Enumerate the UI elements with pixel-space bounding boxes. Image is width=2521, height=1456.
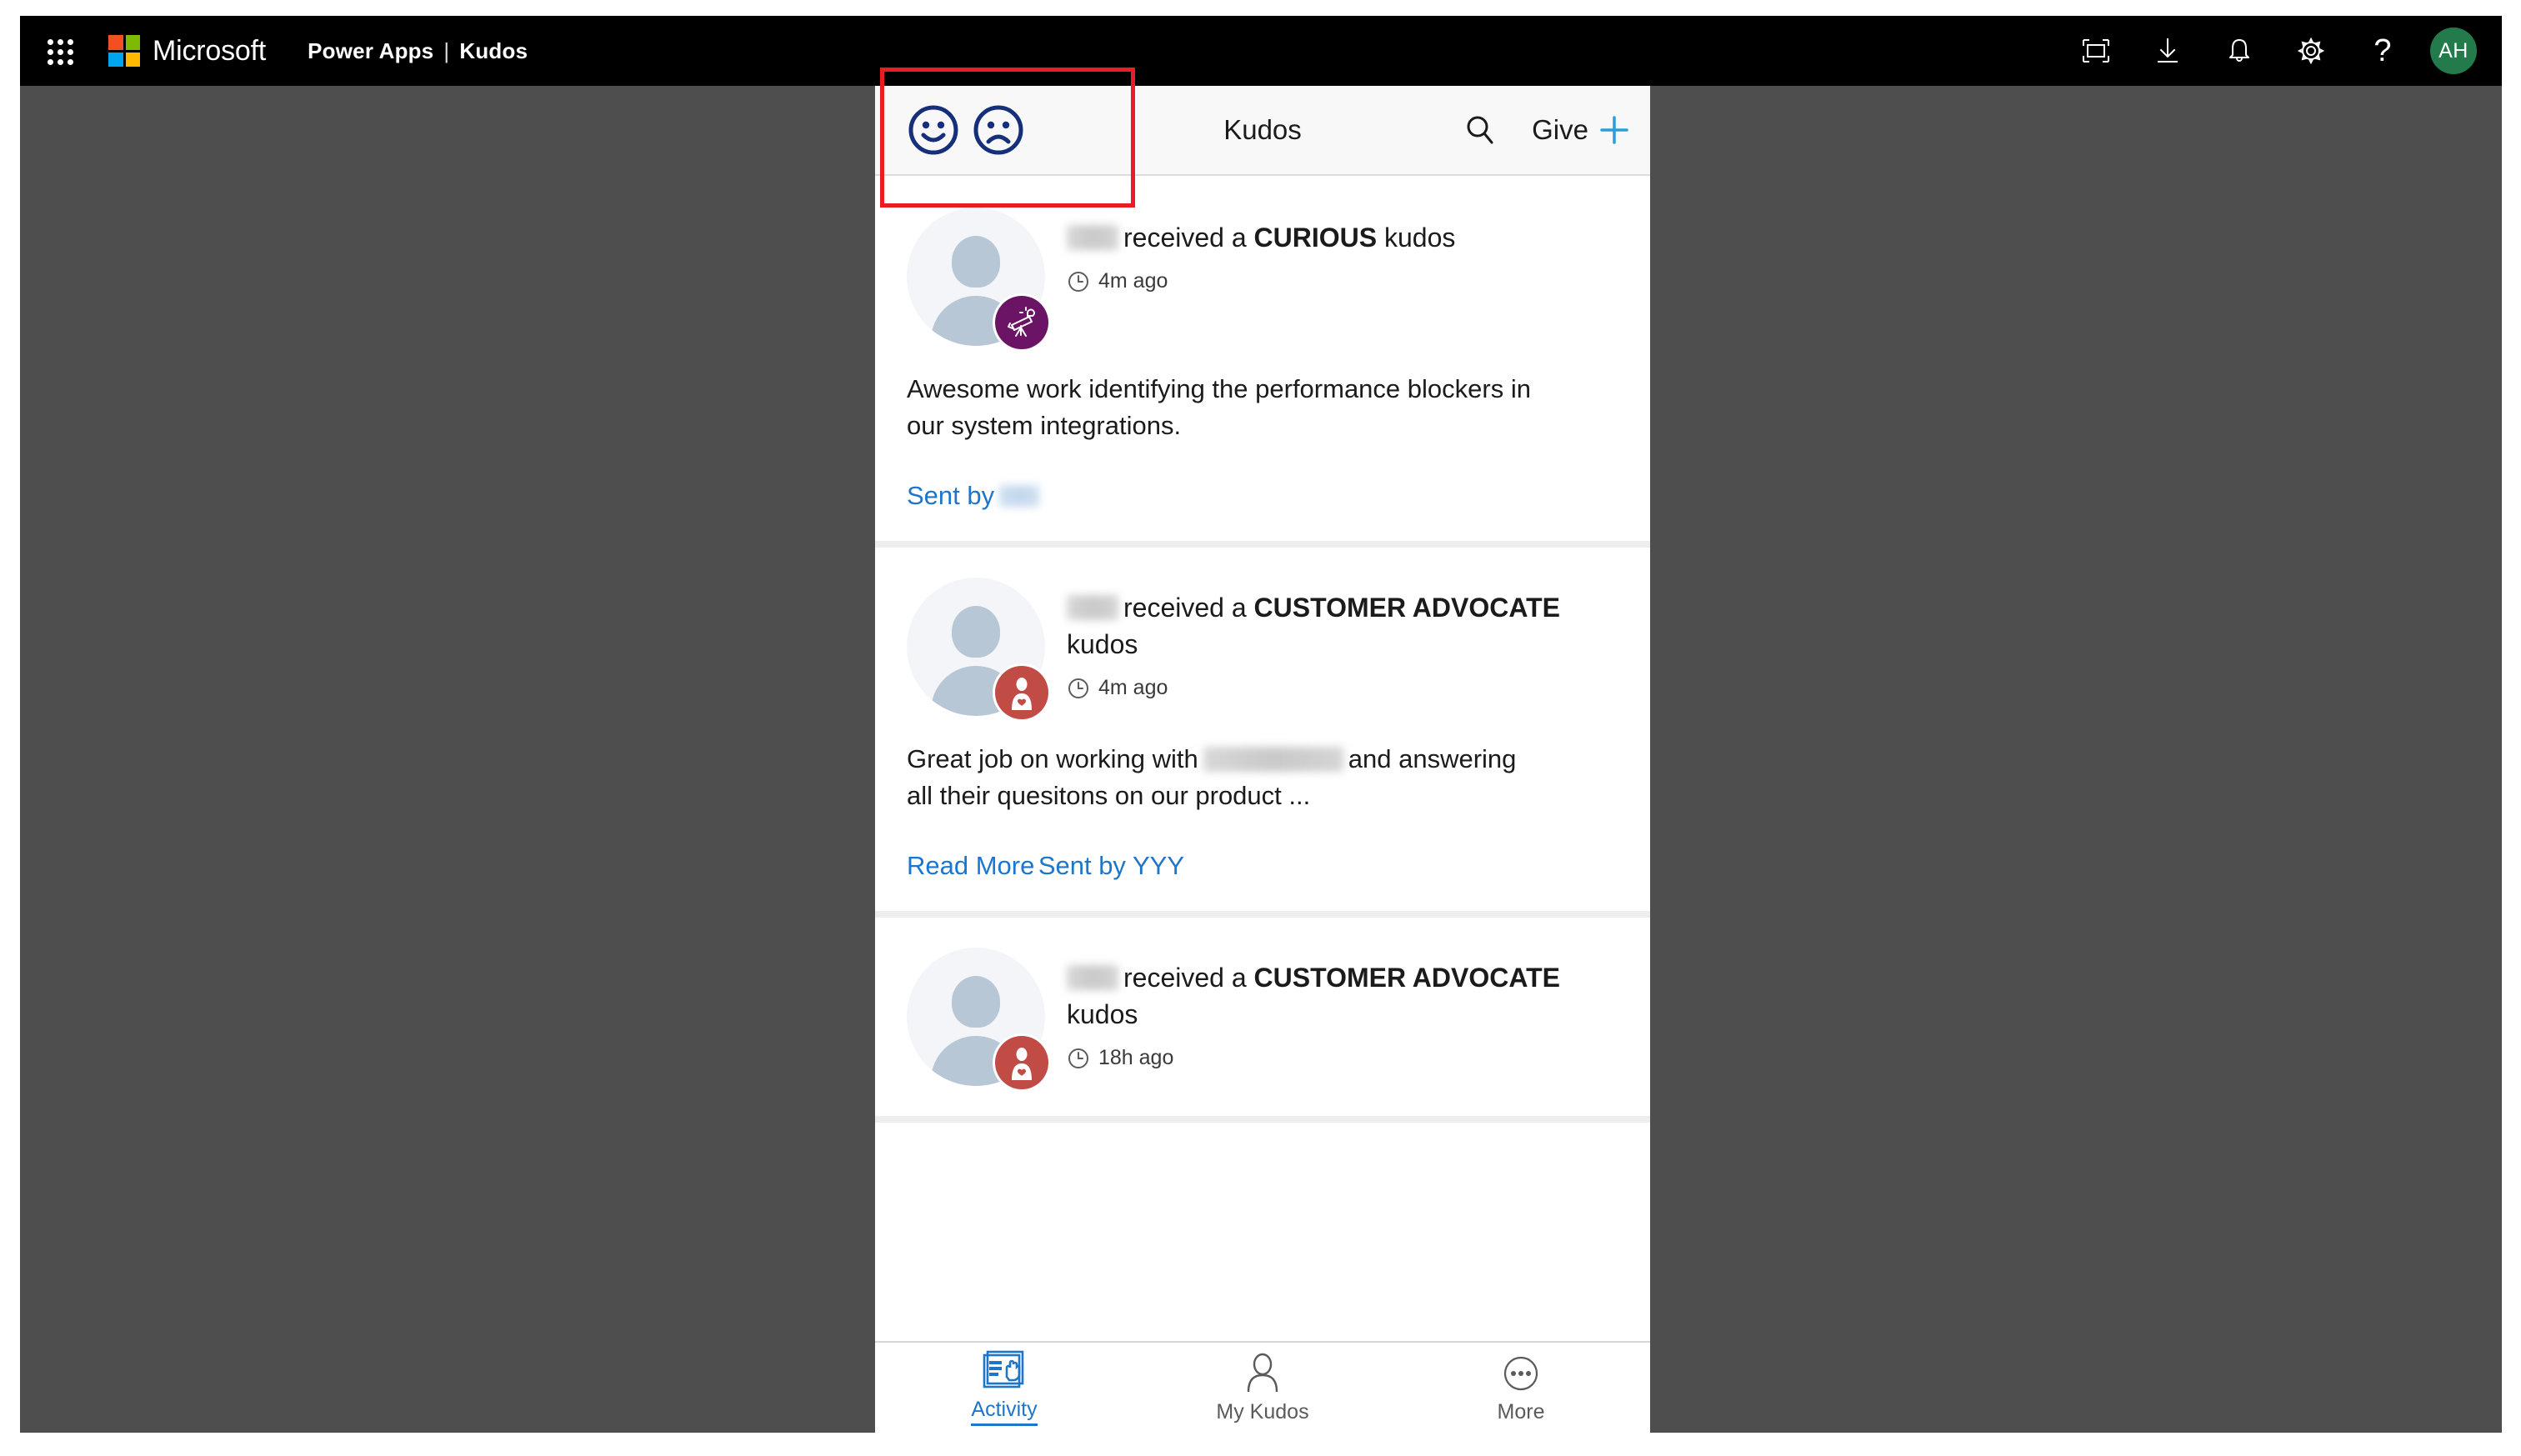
activity-pages-icon: [983, 1350, 1024, 1388]
nav-activity-label: Activity: [971, 1398, 1038, 1426]
timestamp-row: 4m ago: [1067, 269, 1618, 293]
give-button-label: Give: [1532, 114, 1588, 145]
customer-advocate-badge-icon: [995, 1036, 1048, 1090]
telescope-badge-icon: [995, 296, 1048, 349]
settings-gear-icon[interactable]: [2275, 16, 2347, 86]
clock-icon: [1068, 1048, 1088, 1068]
suite-bar-actions: ? AH: [2060, 16, 2488, 86]
avatar-initials: AH: [2430, 28, 2477, 74]
timestamp: 18h ago: [1098, 1046, 1174, 1070]
plus-icon: [1600, 116, 1628, 144]
nav-my-kudos-label: My Kudos: [1216, 1399, 1309, 1423]
kudos-type: CUSTOMER ADVOCATE: [1253, 593, 1560, 623]
card-body: Great job on working with and answering a…: [875, 741, 1650, 881]
recipient-avatar: [907, 948, 1048, 1090]
sad-face-icon[interactable]: [972, 103, 1025, 157]
card-header: received a CURIOUS kudos 4m ago: [875, 208, 1650, 349]
timestamp-row: 18h ago: [1067, 1046, 1618, 1070]
headline-suffix: kudos: [1067, 629, 1138, 660]
kudos-message: Awesome work identifying the performance…: [907, 374, 1531, 441]
download-icon[interactable]: [2132, 16, 2203, 86]
message-before: Great job on working with: [907, 744, 1198, 774]
recipient-name-redacted: [1067, 225, 1118, 250]
search-icon[interactable]: [1457, 107, 1503, 153]
sent-by-label: Sent by: [907, 481, 995, 511]
kudos-app-panel: Kudos Give received a CURIOUS kudos 4m a…: [875, 86, 1650, 1433]
microsoft-logo-icon: [108, 35, 140, 67]
mood-icons-group: [907, 103, 1025, 157]
sent-by-link[interactable]: Sent by YYY: [1038, 851, 1184, 881]
kudos-card[interactable]: received a CURIOUS kudos 4m ago Awesome …: [875, 178, 1650, 548]
clock-icon: [1068, 271, 1088, 292]
nav-more-label: More: [1497, 1399, 1545, 1423]
timestamp: 4m ago: [1098, 676, 1168, 700]
card-header: received a CUSTOMER ADVOCATE kudos 18h a…: [875, 948, 1650, 1090]
headline-prefix: received a: [1123, 223, 1254, 253]
card-head-text: received a CUSTOMER ADVOCATE kudos 4m ag…: [1067, 578, 1618, 700]
kudos-card[interactable]: received a CUSTOMER ADVOCATE kudos 18h a…: [875, 918, 1650, 1123]
nav-more[interactable]: More: [1392, 1343, 1650, 1433]
nav-my-kudos[interactable]: My Kudos: [1133, 1343, 1392, 1433]
breadcrumb-kudos[interactable]: Kudos: [459, 38, 528, 63]
clock-icon: [1068, 678, 1088, 698]
card-head-text: received a CURIOUS kudos 4m ago: [1067, 208, 1618, 293]
kudos-headline: received a CUSTOMER ADVOCATE kudos: [1067, 589, 1618, 663]
sent-by-link[interactable]: Sent by: [907, 481, 1040, 511]
nav-activity[interactable]: Activity: [875, 1343, 1133, 1433]
help-question-glyph: ?: [2373, 33, 2392, 68]
headline-prefix: received a: [1123, 963, 1254, 993]
app-launcher-icon[interactable]: [40, 32, 78, 70]
recipient-avatar: [907, 208, 1048, 349]
kudos-message: Great job on working with and answering a…: [907, 741, 1548, 814]
timestamp: 4m ago: [1098, 269, 1168, 293]
microsoft-suite-bar: Microsoft Power Apps | Kudos ? AH: [20, 16, 2502, 86]
card-header: received a CUSTOMER ADVOCATE kudos 4m ag…: [875, 578, 1650, 720]
ellipsis-circle-icon: [1503, 1356, 1538, 1390]
sender-name-redacted: [999, 485, 1040, 508]
avatar[interactable]: AH: [2418, 16, 2488, 86]
recipient-name-redacted: [1067, 595, 1118, 621]
customer-advocate-badge-icon: [995, 666, 1048, 720]
app-header-actions: Give: [1457, 107, 1638, 153]
recipient-name-redacted: [1067, 965, 1118, 991]
headline-suffix: kudos: [1377, 223, 1456, 253]
happy-face-icon[interactable]: [907, 103, 960, 157]
card-body: Awesome work identifying the performance…: [875, 371, 1650, 511]
help-question-icon[interactable]: ?: [2347, 16, 2418, 86]
card-head-text: received a CUSTOMER ADVOCATE kudos 18h a…: [1067, 948, 1618, 1070]
kudos-app-header: Kudos Give: [875, 86, 1650, 176]
kudos-card[interactable]: received a CUSTOMER ADVOCATE kudos 4m ag…: [875, 548, 1650, 918]
notifications-bell-icon[interactable]: [2203, 16, 2275, 86]
recipient-avatar: [907, 578, 1048, 720]
give-button[interactable]: Give: [1525, 108, 1638, 153]
screen-root: Microsoft Power Apps | Kudos ? AH Kudos …: [0, 0, 2521, 1456]
kudos-type: CUSTOMER ADVOCATE: [1253, 963, 1560, 993]
kudos-feed[interactable]: received a CURIOUS kudos 4m ago Awesome …: [875, 178, 1650, 1341]
breadcrumb-power-apps[interactable]: Power Apps: [308, 38, 433, 63]
read-more-link[interactable]: Read More: [907, 851, 1034, 881]
bottom-navigation: Activity My Kudos More: [875, 1341, 1650, 1433]
fit-to-screen-icon[interactable]: [2060, 16, 2132, 86]
app-breadcrumb[interactable]: Power Apps | Kudos: [308, 38, 528, 64]
microsoft-wordmark[interactable]: Microsoft: [153, 35, 266, 68]
mentioned-name-redacted: [1203, 747, 1343, 773]
kudos-type: CURIOUS: [1253, 223, 1378, 253]
browser-content-frame: Microsoft Power Apps | Kudos ? AH Kudos …: [20, 16, 2502, 1433]
breadcrumb-divider: |: [443, 38, 450, 63]
timestamp-row: 4m ago: [1067, 676, 1618, 700]
headline-prefix: received a: [1123, 593, 1254, 623]
headline-suffix: kudos: [1067, 999, 1138, 1030]
kudos-headline: received a CURIOUS kudos: [1067, 219, 1618, 256]
person-icon: [1247, 1353, 1278, 1392]
kudos-headline: received a CUSTOMER ADVOCATE kudos: [1067, 959, 1618, 1033]
